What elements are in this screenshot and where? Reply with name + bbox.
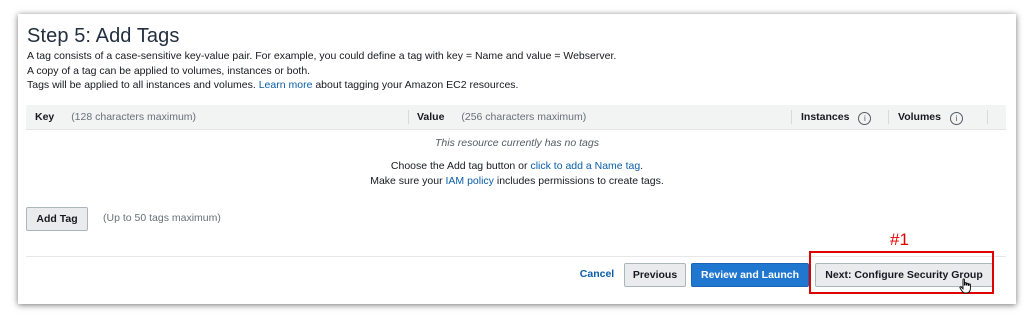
description-line-2: A copy of a tag can be applied to volume…: [27, 65, 311, 77]
column-divider: [408, 110, 409, 124]
iam-policy-note: Make sure your IAM policy includes permi…: [18, 175, 1016, 187]
value-column-header: Value (256 characters maximum): [417, 111, 586, 123]
iam-policy-link[interactable]: IAM policy: [446, 175, 494, 187]
instances-column-label: Instances: [801, 111, 850, 123]
page-title: Step 5: Add Tags: [27, 25, 180, 47]
value-column-hint: (256 characters maximum): [461, 111, 587, 123]
empty-tags-message: This resource currently has no tags: [435, 137, 599, 149]
add-tag-limit-hint: (Up to 50 tags maximum): [103, 212, 221, 224]
value-column-label: Value: [417, 111, 445, 123]
description-line-3-prefix: Tags will be applied to all instances an…: [27, 79, 256, 91]
column-divider: [888, 110, 889, 124]
add-tag-instructions: Choose the Add tag button or click to ad…: [18, 160, 1016, 172]
description-line-1: A tag consists of a case-sensitive key-v…: [27, 50, 617, 62]
learn-more-link[interactable]: Learn more: [259, 79, 313, 91]
add-tags-panel: Step 5: Add Tags A tag consists of a cas…: [18, 14, 1016, 304]
key-column-hint: (128 characters maximum): [71, 111, 197, 123]
volumes-column-label: Volumes: [898, 111, 941, 123]
description-line-3-suffix: about tagging your Amazon EC2 resources.: [315, 79, 519, 91]
add-name-tag-link[interactable]: click to add a Name tag: [530, 160, 640, 172]
add-tag-instructions-prefix: Choose the Add tag button or: [390, 160, 528, 172]
column-divider: [987, 110, 988, 124]
previous-button[interactable]: Previous: [624, 263, 686, 287]
cancel-button[interactable]: Cancel: [572, 263, 622, 285]
hand-cursor-icon: [959, 278, 971, 294]
info-icon[interactable]: i: [858, 112, 872, 125]
annotation-marker: #1: [890, 230, 909, 249]
iam-note-suffix: includes permissions to create tags.: [496, 175, 664, 187]
description-line-3: Tags will be applied to all instances an…: [27, 79, 518, 91]
column-divider: [791, 110, 792, 124]
iam-note-prefix: Make sure your: [370, 175, 443, 187]
info-icon[interactable]: i: [949, 112, 963, 125]
add-tag-button[interactable]: Add Tag: [26, 207, 88, 231]
key-column-label: Key: [35, 111, 55, 123]
instances-column-header: Instances i: [801, 111, 872, 125]
tags-table-header: Key (128 characters maximum) Value (256 …: [26, 105, 1006, 130]
volumes-column-header: Volumes i: [898, 111, 963, 125]
review-and-launch-button[interactable]: Review and Launch: [691, 263, 809, 287]
add-tag-instructions-suffix: .: [640, 160, 644, 172]
key-column-header: Key (128 characters maximum): [35, 111, 196, 123]
